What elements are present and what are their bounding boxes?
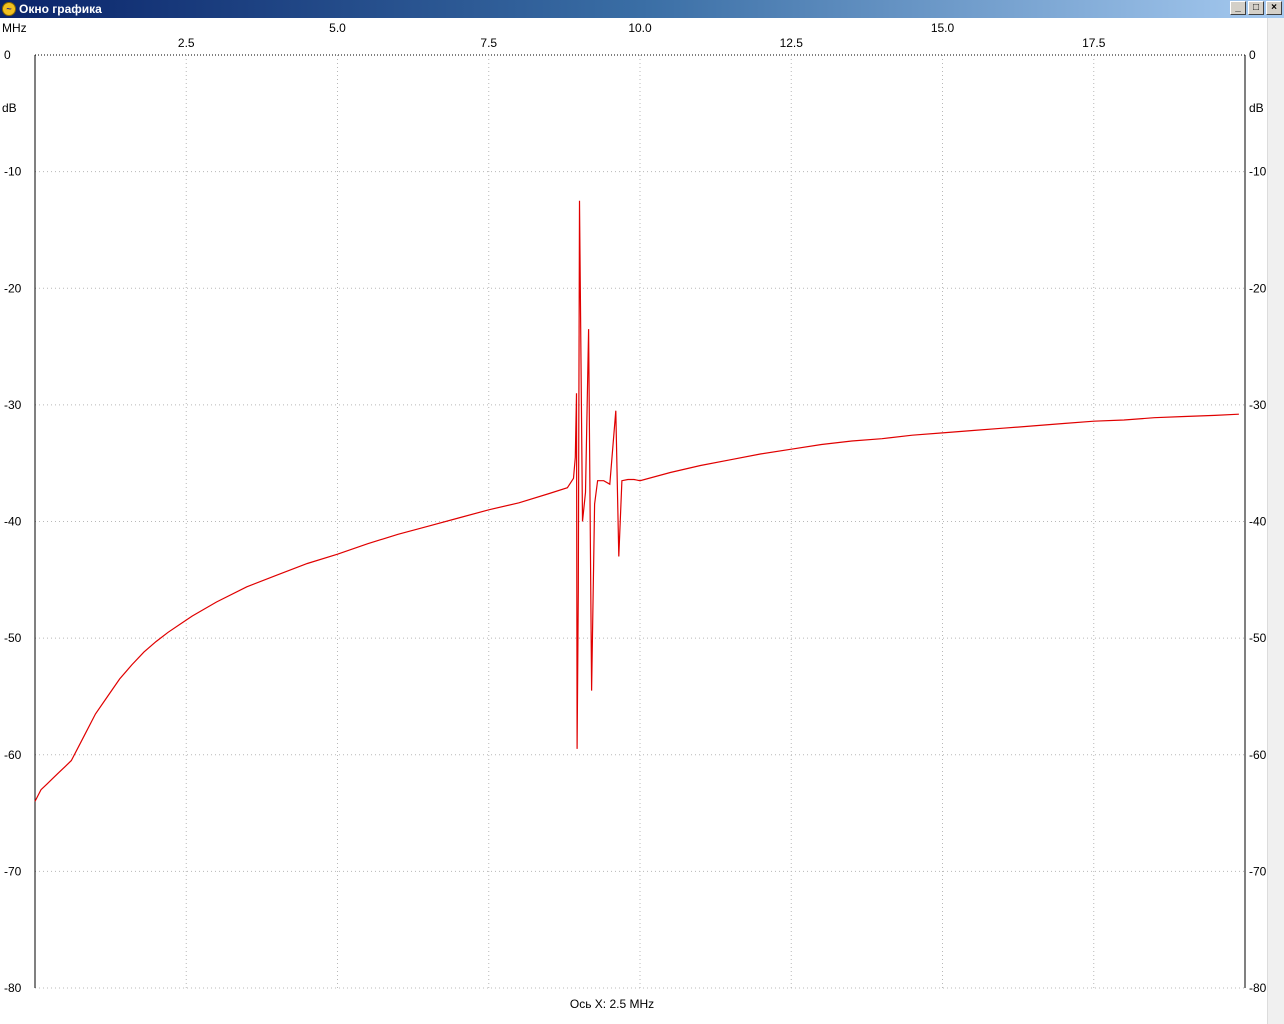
y-tick-label-right: 0 bbox=[1249, 48, 1256, 62]
x-unit-label: MHz bbox=[2, 21, 27, 35]
window-title: Окно графика bbox=[19, 2, 102, 16]
x-tick-label-upper: 5.0 bbox=[329, 21, 346, 35]
y-tick-label-right: -20 bbox=[1249, 281, 1267, 295]
y-tick-label-left: -20 bbox=[4, 281, 22, 295]
y-tick-label-left: -60 bbox=[4, 748, 22, 762]
y-tick-label-right: -50 bbox=[1249, 631, 1267, 645]
vertical-scrollbar[interactable] bbox=[1267, 18, 1284, 1024]
y-tick-label-right: -70 bbox=[1249, 864, 1267, 878]
y-tick-label-left: -40 bbox=[4, 515, 22, 529]
x-tick-label-upper: 15.0 bbox=[931, 21, 955, 35]
x-tick-label-upper: 10.0 bbox=[628, 21, 652, 35]
y-tick-label-right: -60 bbox=[1249, 748, 1267, 762]
y-tick-label-right: -10 bbox=[1249, 165, 1267, 179]
chart-grid bbox=[35, 54, 1245, 989]
close-button[interactable]: × bbox=[1266, 1, 1282, 15]
spectrum-chart: 0 0 -10 -10 -20 -20 -30 -30 -40 -40 -50 -50 -60 -60 -7… bbox=[2, 21, 1267, 1011]
y-tick-label-left: -80 bbox=[4, 981, 22, 995]
y-tick-label-right: -30 bbox=[1249, 398, 1267, 412]
x-tick-label-lower: 12.5 bbox=[780, 36, 804, 50]
y-tick-label-left: -50 bbox=[4, 631, 22, 645]
y-tick-label-left: 0 bbox=[4, 48, 11, 62]
x-tick-label-lower: 7.5 bbox=[480, 36, 497, 50]
y-tick-label-right: -80 bbox=[1249, 981, 1267, 995]
x-tick-label-lower: 2.5 bbox=[178, 36, 195, 50]
window-controls: _ □ × bbox=[1230, 1, 1282, 15]
y-unit-label-left: dB bbox=[2, 101, 17, 115]
y-tick-label-left: -30 bbox=[4, 398, 22, 412]
chart-trace bbox=[34, 200, 1239, 802]
chart-app-icon: ~ bbox=[2, 2, 16, 16]
window-titlebar[interactable]: ~ Окно графика _ □ × bbox=[0, 0, 1284, 18]
spectrum-trace bbox=[34, 200, 1239, 802]
y-tick-label-right: -40 bbox=[1249, 515, 1267, 529]
x-tick-label-lower: 17.5 bbox=[1082, 36, 1106, 50]
minimize-button[interactable]: _ bbox=[1230, 1, 1246, 15]
y-unit-label-right: dB bbox=[1249, 101, 1264, 115]
y-tick-label-left: -70 bbox=[4, 864, 22, 878]
maximize-button[interactable]: □ bbox=[1248, 1, 1264, 15]
chart-axes: 0 0 -10 -10 -20 -20 -30 -30 -40 -40 -50 -50 -60 -60 -7… bbox=[4, 21, 1267, 995]
y-tick-label-left: -10 bbox=[4, 165, 22, 179]
x-axis-footer: Ось X: 2.5 MHz bbox=[570, 997, 654, 1011]
